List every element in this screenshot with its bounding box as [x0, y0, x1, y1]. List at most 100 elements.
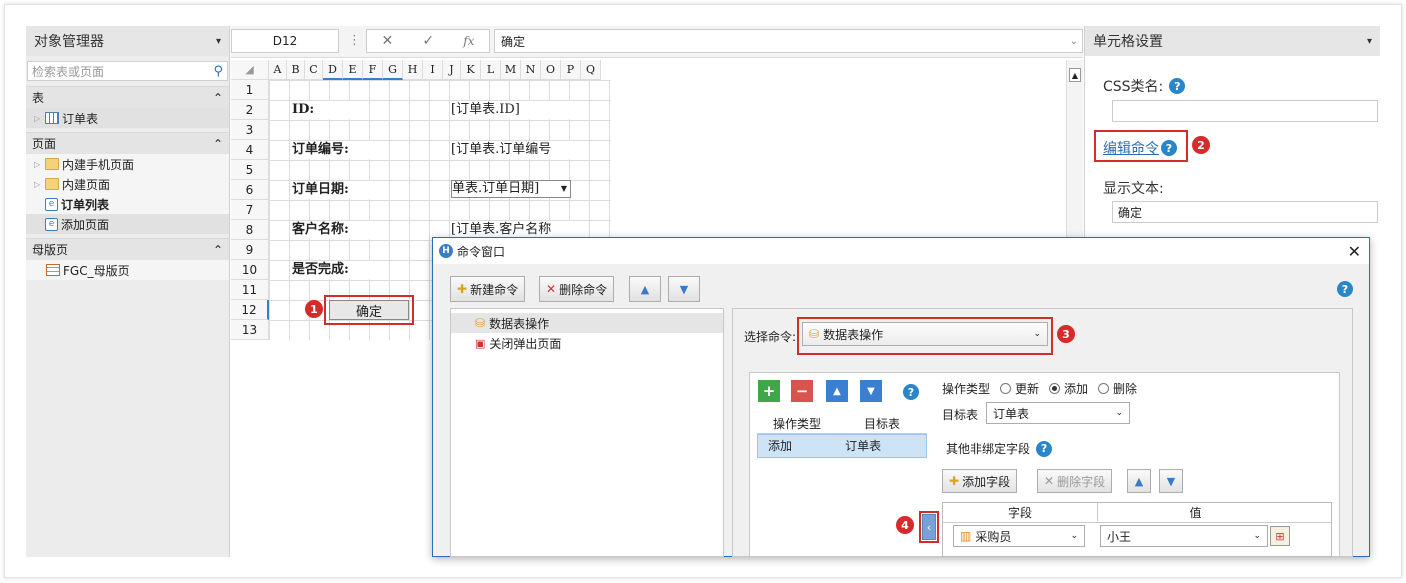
row-header[interactable]: 13	[231, 320, 269, 340]
confirm-button[interactable]: 确定	[329, 300, 409, 320]
select-all-corner[interactable]: ◢	[231, 60, 269, 80]
close-icon[interactable]: ✕	[1348, 242, 1369, 261]
column-header[interactable]: O	[541, 60, 561, 80]
column-header[interactable]: N	[521, 60, 541, 80]
chevron-up-icon[interactable]: ⌃	[213, 243, 223, 257]
move-down-button[interactable]: ▼	[668, 276, 700, 302]
row-header[interactable]: 12	[231, 300, 269, 320]
column-header: 字段	[943, 503, 1098, 522]
column-header[interactable]: J	[443, 60, 461, 80]
tree-item-add-page[interactable]: e 添加页面	[26, 214, 229, 234]
column-header[interactable]: K	[461, 60, 481, 80]
row-header[interactable]: 8	[231, 220, 269, 240]
command-item-table-op[interactable]: ⛁ 数据表操作	[451, 313, 723, 333]
chevron-up-icon[interactable]: ⌃	[213, 137, 223, 151]
row-header[interactable]: 11	[231, 280, 269, 300]
row-header[interactable]: 7	[231, 200, 269, 220]
help-icon[interactable]: ?	[1169, 78, 1186, 94]
expand-icon[interactable]: ▷	[34, 160, 42, 169]
expand-formula-icon[interactable]: ⌄	[1070, 36, 1082, 47]
section-pages[interactable]: 页面 ⌃	[26, 132, 229, 154]
cancel-icon[interactable]: ✕	[382, 33, 394, 49]
help-icon[interactable]: ?	[1036, 440, 1053, 457]
new-command-button[interactable]: ✚ 新建命令	[450, 276, 526, 302]
radio-delete[interactable]: 删除	[1098, 380, 1137, 397]
search-input[interactable]: 检索表或页面 ⚲	[27, 61, 228, 81]
expand-icon[interactable]: ▷	[34, 180, 42, 189]
expand-icon[interactable]: ▷	[34, 114, 42, 123]
delete-command-button[interactable]: ✕ 删除命令	[539, 276, 615, 302]
tree-item-master-page[interactable]: FGC_母版页	[26, 260, 229, 280]
css-class-input[interactable]	[1112, 100, 1378, 122]
function-icon[interactable]: fx	[463, 34, 474, 48]
column-header[interactable]: E	[343, 60, 363, 80]
formula-editor-icon[interactable]: ⊞	[1270, 526, 1290, 546]
column-header[interactable]: P	[561, 60, 581, 80]
radio-update[interactable]: 更新	[1000, 380, 1039, 397]
pin-icon[interactable]: ▾	[216, 36, 221, 47]
dialog-help-icon[interactable]: ?	[1337, 281, 1353, 297]
tree-item-order-table[interactable]: ▷ 订单表	[26, 108, 229, 128]
row-header[interactable]: 5	[231, 160, 269, 180]
edit-command-link[interactable]: 编辑命令	[1103, 138, 1159, 158]
column-header[interactable]: G	[383, 60, 403, 80]
delete-field-button[interactable]: ✕ 删除字段	[1037, 469, 1113, 493]
remove-operation-button[interactable]: −	[791, 380, 813, 402]
new-icon: ✚	[457, 282, 468, 296]
column-header[interactable]: H	[403, 60, 423, 80]
search-icon[interactable]: ⚲	[213, 64, 223, 79]
column-header[interactable]: C	[305, 60, 323, 80]
target-select[interactable]: 订单表 ⌄	[986, 402, 1130, 424]
column-header[interactable]: F	[363, 60, 383, 80]
field-up-button[interactable]: ▲	[1127, 469, 1151, 493]
command-item-close-popup[interactable]: ▣ 关闭弹出页面	[451, 333, 723, 353]
field-name-select[interactable]: ▥ 采购员 ⌄	[953, 525, 1085, 547]
field-down-button[interactable]: ▼	[1159, 469, 1183, 493]
move-up-button[interactable]: ▲	[629, 276, 661, 302]
row-header[interactable]: 4	[231, 140, 269, 160]
sheet-scrollbar[interactable]: ▲	[1066, 60, 1083, 250]
column-header[interactable]: I	[423, 60, 443, 80]
command-select[interactable]: ⛁ 数据表操作 ⌄	[802, 322, 1048, 346]
row-header[interactable]: 9	[231, 240, 269, 260]
op-down-button[interactable]: ▼	[860, 380, 882, 402]
confirm-icon[interactable]: ✓	[422, 33, 434, 49]
row-header[interactable]: 6	[231, 180, 269, 200]
row-header[interactable]: 1	[231, 80, 269, 100]
column-header[interactable]: L	[481, 60, 501, 80]
field-order-number[interactable]: [订单表.订单编号	[451, 141, 571, 159]
field-id[interactable]: [订单表.ID]	[451, 101, 571, 119]
dropdown-icon[interactable]: ▼	[558, 181, 570, 197]
date-value: 单表.订单日期]	[452, 181, 540, 196]
help-icon[interactable]: ?	[1161, 140, 1177, 156]
column-header[interactable]: Q	[581, 60, 601, 80]
field-value-select[interactable]: 小王 ⌄	[1100, 525, 1268, 547]
add-field-button[interactable]: ✚ 添加字段	[942, 469, 1018, 493]
scroll-up-icon[interactable]: ▲	[1069, 68, 1081, 82]
column-header[interactable]: B	[287, 60, 305, 80]
row-header[interactable]: 3	[231, 120, 269, 140]
column-header[interactable]: D	[323, 60, 343, 80]
cell-reference-box[interactable]: D12	[231, 29, 339, 53]
chevron-down-icon: ⌄	[1253, 531, 1261, 541]
table-row[interactable]: 添加 订单表	[757, 434, 927, 458]
help-icon[interactable]: ?	[903, 384, 919, 400]
display-text-input[interactable]: 确定	[1112, 201, 1378, 223]
pin-icon[interactable]: ▾	[1367, 36, 1372, 47]
more-icon[interactable]: ⋮	[348, 33, 361, 48]
row-header[interactable]: 10	[231, 260, 269, 280]
chevron-up-icon[interactable]: ⌃	[213, 91, 223, 105]
column-header[interactable]: M	[501, 60, 521, 80]
op-up-button[interactable]: ▲	[826, 380, 848, 402]
section-master-pages[interactable]: 母版页 ⌃	[26, 238, 229, 260]
formula-input[interactable]: 确定 ⌄	[494, 29, 1083, 53]
radio-add[interactable]: 添加	[1049, 380, 1088, 397]
tree-item-builtin-pages[interactable]: ▷ 内建页面	[26, 174, 229, 194]
field-order-date[interactable]: 单表.订单日期] ▼	[451, 180, 571, 198]
section-tables[interactable]: 表 ⌃	[26, 86, 229, 108]
column-header[interactable]: A	[269, 60, 287, 80]
tree-item-mobile-pages[interactable]: ▷ 内建手机页面	[26, 154, 229, 174]
row-header[interactable]: 2	[231, 100, 269, 120]
tree-item-order-list[interactable]: e 订单列表	[26, 194, 229, 214]
add-operation-button[interactable]: +	[758, 380, 780, 402]
